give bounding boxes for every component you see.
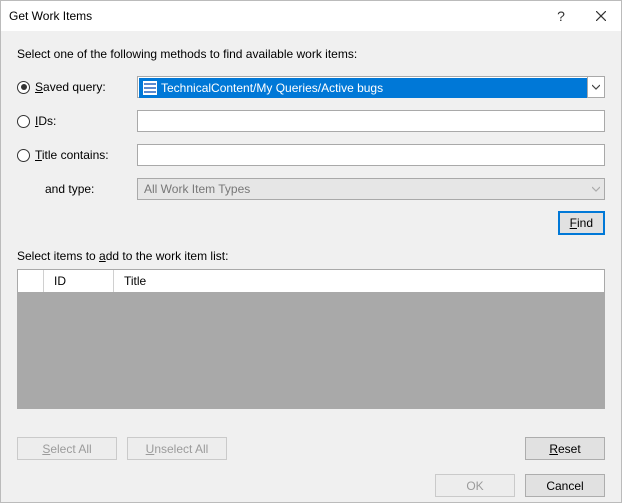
radio-icon [17,115,30,128]
titlebar: Get Work Items ? [1,1,621,31]
ids-radio[interactable]: IDs: [17,114,137,128]
type-value: All Work Item Types [144,182,250,196]
saved-query-label: Saved query: [35,80,106,94]
grid-body [18,292,604,408]
results-grid[interactable]: ID Title [17,269,605,409]
query-list-icon [143,81,157,95]
unselect-all-button: Unselect All [127,437,227,460]
ids-input[interactable] [137,110,605,132]
saved-query-radio[interactable]: Saved query: [17,80,137,94]
reset-button[interactable]: Reset [525,437,605,460]
cancel-button[interactable]: Cancel [525,474,605,497]
and-type-label: and type: [17,182,137,196]
title-contains-radio[interactable]: Title contains: [17,148,137,162]
radio-icon [17,149,30,162]
grid-heading: Select items to add to the work item lis… [17,249,605,263]
window-title: Get Work Items [9,9,541,23]
chevron-down-icon[interactable] [587,77,604,97]
ids-label: IDs: [35,114,56,128]
title-contains-input[interactable] [137,144,605,166]
saved-query-combo[interactable]: TechnicalContent/My Queries/Active bugs [137,76,605,98]
select-all-button: Select All [17,437,117,460]
help-button[interactable]: ? [541,1,581,31]
grid-col-title[interactable]: Title [114,270,604,292]
type-combo: All Work Item Types [137,178,605,200]
find-button[interactable]: Find [558,211,605,235]
grid-header: ID Title [18,270,604,292]
saved-query-value: TechnicalContent/My Queries/Active bugs [161,81,383,95]
chevron-down-icon [592,182,600,196]
title-contains-label: Title contains: [35,148,109,162]
close-button[interactable] [581,1,621,31]
instruction-text: Select one of the following methods to f… [17,47,605,61]
ok-button: OK [435,474,515,497]
grid-col-checkbox[interactable] [18,270,44,292]
radio-icon [17,81,30,94]
close-icon [596,11,606,21]
grid-col-id[interactable]: ID [44,270,114,292]
